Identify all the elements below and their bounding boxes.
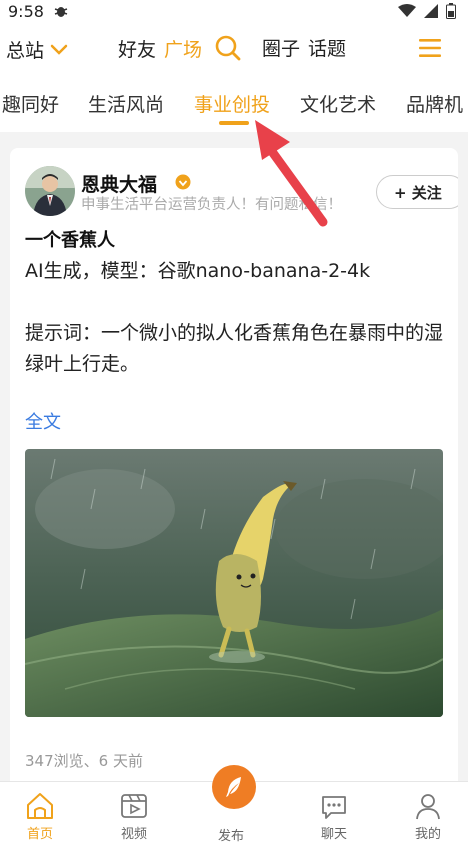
category-tab-hobbies[interactable]: 趣同好 — [2, 90, 59, 117]
tab-video[interactable]: 视频 — [87, 782, 181, 843]
wifi-icon — [398, 4, 416, 17]
category-tab-lifestyle[interactable]: 生活风尚 — [88, 90, 164, 117]
category-tab-brand[interactable]: 品牌机 — [406, 90, 463, 117]
feather-icon — [226, 777, 241, 797]
tab-home[interactable]: 首页 — [0, 782, 87, 843]
tab-publish-label[interactable]: 发布 — [218, 825, 244, 843]
video-icon — [121, 794, 147, 818]
chat-icon — [322, 796, 346, 819]
category-tabs: 趣同好 生活风尚 事业创投 文化艺术 品牌机 — [0, 78, 468, 132]
chevron-down-icon — [50, 44, 68, 55]
read-more-link[interactable]: 全文 — [25, 408, 61, 434]
tab-friends[interactable]: 好友 — [118, 35, 156, 62]
post-title: 一个香蕉人 — [25, 230, 115, 251]
category-tab-business[interactable]: 事业创投 — [194, 90, 270, 117]
tab-mine-label: 我的 — [414, 827, 441, 842]
publish-button[interactable] — [212, 765, 256, 809]
post-card[interactable]: 恩典大福 申事生活平台运营负责人！有问题私信！ + 关注 一个香蕉人 AI生成，… — [10, 148, 458, 788]
post-body-line: 提示词：一个微小的拟人化香蕉角色在暴雨中的湿绿叶上行走。 — [25, 322, 444, 375]
post-meta: 347浏览、6 天前 — [25, 752, 143, 770]
user-icon — [416, 794, 440, 820]
tab-circles[interactable]: 圈子 — [262, 34, 300, 61]
post-body[interactable]: AI生成，模型：谷歌nano-banana-2-4k 提示词：一个微小的拟人化香… — [25, 256, 445, 380]
tab-chat[interactable]: 聊天 — [287, 782, 381, 843]
site-switch-label: 总站 — [6, 40, 45, 62]
battery-icon — [446, 3, 456, 19]
menu-icon[interactable] — [418, 36, 442, 60]
author-bio: 申事生活平台运营负责人！有问题私信！ — [81, 197, 342, 213]
post-body-line: AI生成，模型：谷歌nano-banana-2-4k — [25, 260, 371, 282]
tab-mine[interactable]: 我的 — [381, 782, 468, 843]
tab-topics[interactable]: 话题 — [308, 34, 346, 61]
tab-chat-label: 聊天 — [320, 827, 347, 842]
active-tab-indicator — [219, 121, 249, 125]
category-tab-culture[interactable]: 文化艺术 — [300, 90, 376, 117]
verified-badge-icon — [175, 174, 191, 190]
status-bar: 9:58 — [0, 0, 468, 22]
avatar[interactable] — [25, 166, 75, 216]
tab-square[interactable]: 广场 — [164, 35, 202, 62]
post-image[interactable] — [25, 449, 443, 717]
signal-icon — [424, 4, 438, 18]
site-switch[interactable]: 总站 — [6, 36, 68, 63]
home-icon — [27, 793, 53, 819]
bug-icon — [54, 7, 68, 17]
search-icon[interactable] — [214, 34, 242, 62]
status-time: 9:58 — [8, 1, 44, 21]
tab-home-label: 首页 — [26, 827, 53, 842]
tab-video-label: 视频 — [120, 827, 147, 842]
top-nav: 总站 好友 广场 圈子 话题 — [0, 22, 468, 78]
follow-button[interactable]: + 关注 — [376, 175, 458, 209]
